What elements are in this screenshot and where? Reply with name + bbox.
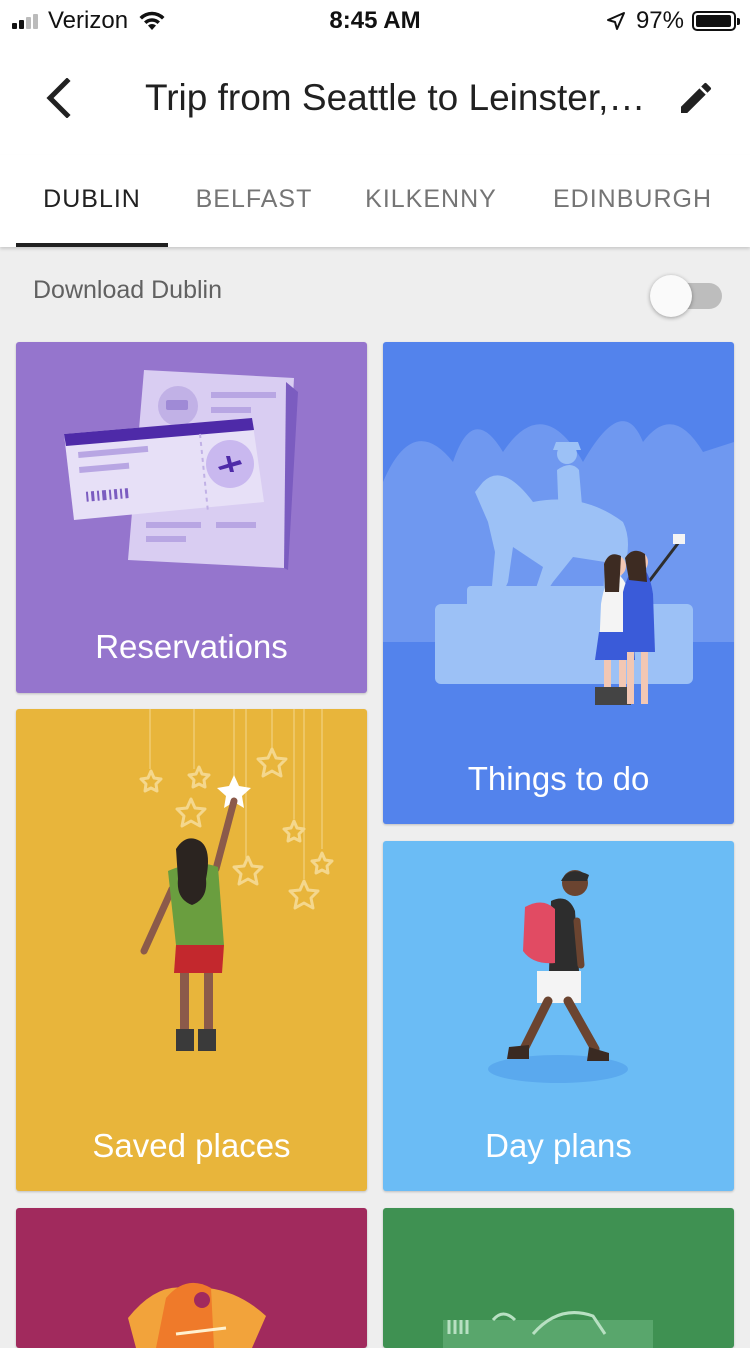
status-right: 97%	[606, 6, 740, 36]
things-to-do-card[interactable]: Things to do	[383, 342, 734, 824]
tab-indicator	[16, 243, 168, 247]
battery-percent: 97%	[635, 7, 684, 34]
city-tabs: DUBLIN BELFAST KILKENNY EDINBURGH	[0, 155, 750, 247]
app-bar: Trip from Seattle to Leinster, Ireland…	[0, 40, 750, 155]
edit-trip-button[interactable]	[668, 70, 724, 126]
day-plans-card[interactable]: Day plans	[383, 841, 734, 1191]
tag-illustration	[128, 1282, 266, 1348]
status-bar: Verizon 8:45 AM 97%	[0, 0, 750, 40]
battery-icon	[692, 11, 740, 31]
download-label: Download Dublin	[33, 276, 223, 304]
food-illustration	[443, 1311, 653, 1348]
pencil-icon	[681, 82, 712, 113]
saved-places-card[interactable]: Saved places	[16, 709, 367, 1191]
download-toggle[interactable]	[650, 275, 726, 317]
bottom-left-card[interactable]	[16, 1208, 367, 1348]
tab-dublin[interactable]: DUBLIN	[16, 155, 168, 247]
page-title: Trip from Seattle to Leinster, Ireland…	[145, 77, 655, 118]
tab-edinburgh[interactable]: EDINBURGH	[535, 155, 730, 247]
tab-kilkenny[interactable]: KILKENNY	[345, 155, 517, 247]
things-to-do-illustration	[383, 421, 734, 705]
back-button[interactable]	[30, 70, 86, 126]
bottom-right-card[interactable]	[383, 1208, 734, 1348]
saved-places-label: Saved places	[92, 1127, 291, 1164]
things-to-do-label: Things to do	[467, 760, 650, 797]
download-row: Download Dublin	[0, 250, 750, 340]
saved-places-illustration	[139, 709, 334, 1051]
reservations-label: Reservations	[95, 628, 288, 665]
location-arrow-icon	[606, 12, 625, 30]
tab-belfast[interactable]: BELFAST	[178, 155, 330, 247]
back-arrow-icon	[46, 78, 71, 118]
day-plans-label: Day plans	[485, 1127, 632, 1164]
toggle-thumb	[650, 275, 692, 317]
reservations-card[interactable]: Reservations	[16, 342, 367, 693]
